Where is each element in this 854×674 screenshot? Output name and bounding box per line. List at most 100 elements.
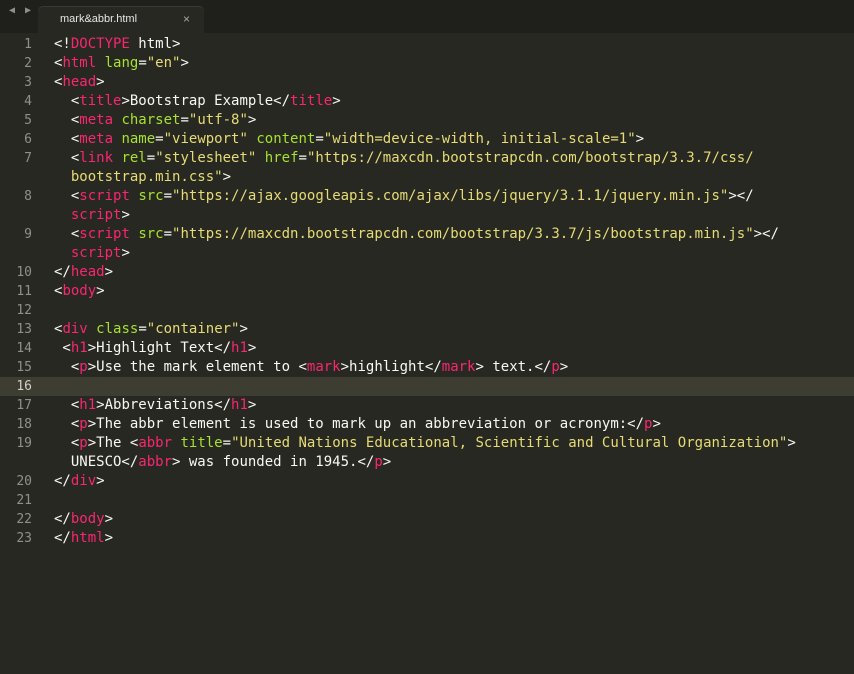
code-text: >Bootstrap Example</ — [121, 93, 291, 109]
code-text: > — [247, 112, 257, 128]
code-text: > — [104, 511, 114, 527]
code-line: </div> — [54, 472, 105, 491]
tag-name: h1 — [231, 340, 248, 356]
code-text: < — [54, 131, 80, 147]
line-number: 10 — [16, 265, 32, 280]
code-text: = — [163, 226, 173, 242]
attribute-name: title — [180, 435, 223, 451]
line-number: 5 — [24, 113, 32, 128]
code-text: > — [104, 264, 114, 280]
code-text: > — [635, 131, 645, 147]
code-line: <script src="https://ajax.googleapis.com… — [54, 187, 754, 206]
tag-name: link — [79, 150, 114, 166]
code-text: < — [54, 416, 80, 432]
code-text: < — [54, 359, 80, 375]
tag-name: DOCTYPE — [70, 36, 130, 52]
line-number: 7 — [24, 151, 32, 166]
attribute-name: name — [121, 131, 156, 147]
code-line: <h1>Abbreviations</h1> — [54, 396, 256, 415]
code-line: <p>The <abbr title="United Nations Educa… — [54, 434, 796, 453]
code-text: < — [54, 340, 71, 356]
attribute-value: "utf-8" — [188, 112, 248, 128]
code-text: html> — [129, 36, 181, 52]
attribute-value: "width=device-width, initial-scale=1" — [323, 131, 636, 147]
line-number: 14 — [16, 341, 32, 356]
code-line: </body> — [54, 510, 113, 529]
code-text: > — [239, 321, 248, 337]
attribute-name: content — [256, 131, 316, 147]
tag-name: title — [79, 93, 122, 109]
tag-name: script — [70, 245, 122, 261]
tag-name: abbr — [138, 435, 173, 451]
code-text: = — [222, 435, 232, 451]
attribute-name: href — [264, 150, 299, 166]
tab-title: mark&abbr.html — [60, 13, 138, 25]
code-text: = — [163, 188, 173, 204]
tag-name: div — [70, 473, 97, 489]
code-text: >Abbreviations</ — [96, 397, 232, 413]
code-text: = — [146, 150, 156, 166]
tag-name: body — [62, 283, 97, 299]
code-text: < — [54, 112, 80, 128]
tab-mark-abbr-html[interactable]: mark&abbr.html × — [38, 6, 204, 33]
tag-name: p — [551, 359, 560, 375]
tag-name: div — [62, 321, 88, 337]
code-text: > — [247, 397, 257, 413]
attribute-value: bootstrap.min.css" — [54, 169, 223, 185]
code-text: > — [247, 340, 257, 356]
code-text: > text.</ — [475, 359, 552, 375]
line-number-current: 16 — [16, 379, 32, 394]
tag-name: script — [79, 226, 130, 242]
tag-name: p — [374, 454, 383, 470]
code-text: = — [138, 55, 147, 71]
attribute-name: src — [138, 188, 164, 204]
code-text: > — [96, 283, 105, 299]
tag-name: abbr — [138, 454, 173, 470]
code-text: ></ — [728, 188, 754, 204]
code-text: >The < — [87, 435, 139, 451]
code-text: < — [54, 188, 80, 204]
close-icon[interactable]: × — [183, 12, 190, 26]
code-text: > — [121, 207, 130, 223]
code-text: = — [155, 131, 164, 147]
attribute-name: rel — [121, 150, 147, 166]
line-number: 11 — [16, 284, 32, 299]
code-line-wrap: UNESCO</abbr> was founded in 1945.</p> — [54, 453, 391, 472]
tag-name: head — [62, 74, 97, 90]
code-line: <html lang="en"> — [54, 54, 189, 73]
line-number: 15 — [16, 360, 32, 375]
line-number: 1 — [24, 37, 32, 52]
code-line: <!DOCTYPE html> — [54, 35, 180, 54]
code-line: <h1>Highlight Text</h1> — [54, 339, 256, 358]
code-text: > — [652, 416, 661, 432]
code-line: <script src="https://maxcdn.bootstrapcdn… — [54, 225, 779, 244]
tag-name: html — [62, 55, 97, 71]
tag-name: meta — [79, 131, 114, 147]
line-number: 19 — [16, 436, 32, 451]
attribute-value: "stylesheet" — [155, 150, 257, 166]
tag-name: head — [70, 264, 105, 280]
code-text: >Use the mark element to < — [87, 359, 307, 375]
code-text: </ — [54, 473, 71, 489]
nav-back-icon[interactable]: ◀ — [5, 3, 19, 19]
tag-name: mark — [306, 359, 341, 375]
line-number: 6 — [24, 132, 32, 147]
code-text: < — [54, 397, 80, 413]
code-text: </ — [54, 264, 71, 280]
tag-name: p — [79, 359, 88, 375]
line-number: 12 — [16, 303, 32, 318]
nav-forward-icon[interactable]: ▶ — [21, 3, 35, 19]
attribute-value: "viewport" — [163, 131, 248, 147]
code-line: <body> — [54, 282, 105, 301]
code-line: </head> — [54, 263, 113, 282]
code-text: </ — [54, 530, 71, 546]
tag-name: html — [70, 530, 105, 546]
code-text: UNESCO</ — [54, 454, 139, 470]
attribute-value: "United Nations Educational, Scientific … — [231, 435, 788, 451]
current-line-highlight — [0, 377, 854, 396]
code-text: = — [180, 112, 189, 128]
